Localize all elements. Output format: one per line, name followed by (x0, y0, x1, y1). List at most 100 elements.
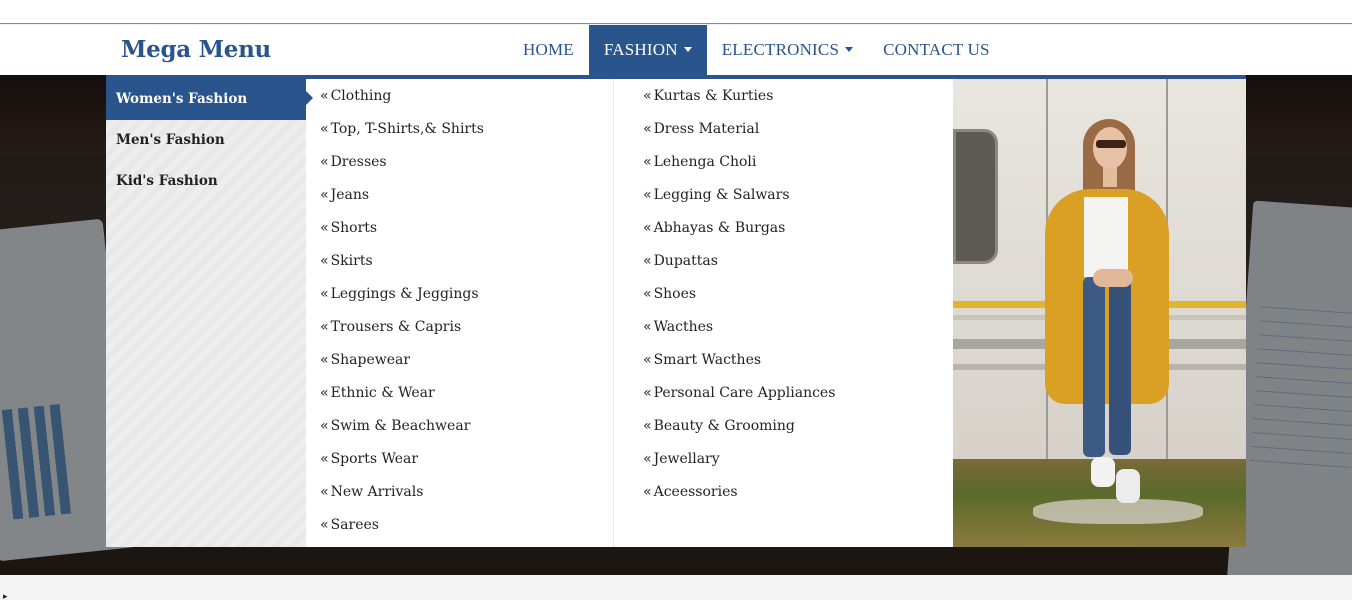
nav-home[interactable]: HOME (508, 25, 589, 75)
nav-electronics-label: ELECTRONICS (721, 40, 840, 59)
menu-link-label: Top, T-Shirts,& Shirts (330, 121, 484, 137)
menu-link-label: Abhayas & Burgas (653, 220, 786, 236)
menu-link[interactable]: «Abhayas & Burgas (643, 211, 943, 244)
caret-down-icon (683, 46, 692, 52)
menu-link[interactable]: «Jeans (320, 178, 614, 211)
menu-link[interactable]: «Sarees (320, 508, 614, 541)
menu-link-label: Dresses (330, 154, 387, 170)
navbar: Mega Menu HOME FASHION ELECTRONICS CONTA… (0, 25, 1352, 75)
menu-link[interactable]: «Beauty & Grooming (643, 409, 943, 442)
nav-contact-label: CONTACT US (883, 40, 990, 59)
menu-link[interactable]: «Aceessories (643, 475, 943, 508)
double-chevron-left-icon: « (320, 187, 329, 203)
mega-menu-panel: Women's Fashion Men's Fashion Kid's Fash… (106, 75, 1246, 547)
nav-home-label: HOME (523, 40, 574, 59)
main-nav: HOME FASHION ELECTRONICS CONTACT US (508, 25, 1005, 75)
top-strip (0, 0, 1352, 24)
menu-link[interactable]: «Skirts (320, 244, 614, 277)
double-chevron-left-icon: « (320, 385, 329, 401)
menu-link-label: Jeans (330, 187, 370, 203)
double-chevron-left-icon: « (643, 385, 652, 401)
double-chevron-left-icon: « (320, 451, 329, 467)
menu-link-label: Sports Wear (330, 451, 419, 467)
column-divider (613, 79, 614, 547)
double-chevron-left-icon: « (643, 484, 652, 500)
double-chevron-left-icon: « (643, 451, 652, 467)
menu-link-label: Aceessories (653, 484, 738, 500)
menu-link-label: Leggings & Jeggings (330, 286, 479, 302)
double-chevron-left-icon: « (643, 187, 652, 203)
menu-link-label: Legging & Salwars (653, 187, 790, 203)
menu-link-label: Clothing (330, 88, 392, 104)
menu-link[interactable]: «Swim & Beachwear (320, 409, 614, 442)
menu-link-label: Trousers & Capris (330, 319, 462, 335)
cursor-arrow-icon: ▸ (3, 592, 8, 600)
double-chevron-left-icon: « (320, 121, 329, 137)
category-sidebar: Women's Fashion Men's Fashion Kid's Fash… (106, 75, 313, 547)
double-chevron-left-icon: « (643, 121, 652, 137)
menu-link[interactable]: «New Arrivals (320, 475, 614, 508)
menu-link[interactable]: «Dress Material (643, 112, 943, 145)
category-womens-fashion[interactable]: Women's Fashion (106, 75, 313, 120)
menu-link-label: Swim & Beachwear (330, 418, 471, 434)
menu-link[interactable]: «Shoes (643, 277, 943, 310)
menu-link[interactable]: «Legging & Salwars (643, 178, 943, 211)
menu-link-label: Shoes (653, 286, 697, 302)
menu-link-label: New Arrivals (330, 484, 424, 500)
double-chevron-left-icon: « (643, 220, 652, 236)
menu-link[interactable]: «Ethnic & Wear (320, 376, 614, 409)
menu-link-label: Dress Material (653, 121, 760, 137)
nav-fashion-label: FASHION (603, 40, 678, 59)
menu-link[interactable]: «Shorts (320, 211, 614, 244)
menu-link[interactable]: «Jewellary (643, 442, 943, 475)
menu-link[interactable]: «Kurtas & Kurties (643, 79, 943, 112)
caret-down-icon (845, 46, 854, 52)
menu-link[interactable]: «Trousers & Capris (320, 310, 614, 343)
double-chevron-left-icon: « (643, 418, 652, 434)
menu-link-label: Shapewear (330, 352, 411, 368)
double-chevron-left-icon: « (320, 286, 329, 302)
menu-link[interactable]: «Top, T-Shirts,& Shirts (320, 112, 614, 145)
menu-link[interactable]: «Lehenga Choli (643, 145, 943, 178)
double-chevron-left-icon: « (320, 154, 329, 170)
menu-link-label: Smart Wacthes (653, 352, 762, 368)
double-chevron-left-icon: « (643, 253, 652, 269)
menu-link-label: Personal Care Appliances (653, 385, 836, 401)
double-chevron-left-icon: « (320, 253, 329, 269)
menu-link[interactable]: «Dresses (320, 145, 614, 178)
menu-link-label: Ethnic & Wear (330, 385, 435, 401)
menu-link[interactable]: «Clothing (320, 79, 614, 112)
menu-link-label: Wacthes (653, 319, 714, 335)
promo-image[interactable] (953, 79, 1246, 547)
nav-fashion[interactable]: FASHION (588, 25, 707, 75)
double-chevron-left-icon: « (320, 418, 329, 434)
double-chevron-left-icon: « (320, 220, 329, 236)
double-chevron-left-icon: « (320, 319, 329, 335)
menu-link-label: Jewellary (653, 451, 720, 467)
category-kids-fashion[interactable]: Kid's Fashion (106, 161, 306, 202)
menu-link[interactable]: «Wacthes (643, 310, 943, 343)
menu-link[interactable]: «Smart Wacthes (643, 343, 943, 376)
menu-link-label: Kurtas & Kurties (653, 88, 774, 104)
menu-link[interactable]: «Sports Wear (320, 442, 614, 475)
double-chevron-left-icon: « (320, 517, 329, 533)
brand-logo[interactable]: Mega Menu (121, 36, 271, 63)
category-mens-fashion[interactable]: Men's Fashion (106, 120, 306, 161)
double-chevron-left-icon: « (643, 319, 652, 335)
double-chevron-left-icon: « (643, 154, 652, 170)
double-chevron-left-icon: « (320, 352, 329, 368)
menu-link-label: Shorts (330, 220, 378, 236)
menu-link-label: Dupattas (653, 253, 718, 269)
links-column-1: «Clothing «Top, T-Shirts,& Shirts «Dress… (320, 79, 614, 541)
double-chevron-left-icon: « (320, 88, 329, 104)
menu-link-label: Sarees (330, 517, 379, 533)
menu-link[interactable]: «Leggings & Jeggings (320, 277, 614, 310)
menu-link[interactable]: «Dupattas (643, 244, 943, 277)
nav-contact[interactable]: CONTACT US (868, 25, 1005, 75)
menu-link[interactable]: «Personal Care Appliances (643, 376, 943, 409)
double-chevron-left-icon: « (643, 88, 652, 104)
double-chevron-left-icon: « (643, 352, 652, 368)
menu-link-label: Skirts (330, 253, 373, 269)
menu-link[interactable]: «Shapewear (320, 343, 614, 376)
nav-electronics[interactable]: ELECTRONICS (707, 25, 868, 75)
